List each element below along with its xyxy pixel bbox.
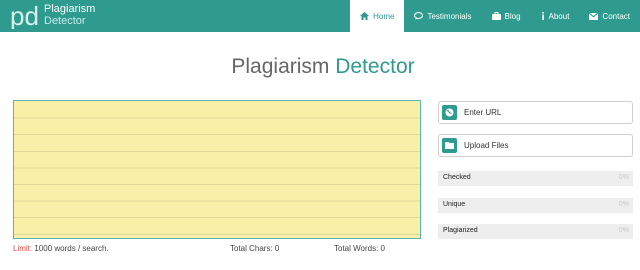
brand-line2: Detector bbox=[44, 15, 86, 27]
total-words: Total Words: 0 bbox=[334, 244, 385, 253]
briefcase-icon bbox=[491, 12, 501, 20]
nav-blog[interactable]: Blog bbox=[482, 0, 531, 32]
nav-blog-label: Blog bbox=[504, 11, 521, 21]
word-limit: Limit: 1000 words / search. bbox=[13, 244, 109, 253]
nav-home[interactable]: Home bbox=[350, 0, 405, 32]
stat-unique: Unique 0% bbox=[438, 198, 633, 213]
top-navbar: pd Plagiarism Detector Home Testimonials… bbox=[0, 0, 640, 32]
nav-about[interactable]: About bbox=[531, 0, 580, 32]
title-part2: Detector bbox=[335, 55, 415, 78]
enter-url-button[interactable]: Enter URL bbox=[438, 101, 633, 124]
text-input[interactable] bbox=[14, 101, 420, 238]
title-part1: Plagiarism bbox=[231, 55, 330, 78]
text-input-area bbox=[13, 100, 421, 239]
brand-line1: Plagiarism bbox=[44, 3, 96, 15]
speech-bubble-icon bbox=[414, 12, 424, 20]
nav-testimonials[interactable]: Testimonials bbox=[404, 0, 481, 32]
nav-contact[interactable]: Contact bbox=[579, 0, 640, 32]
info-icon bbox=[541, 12, 544, 20]
stat-plagiarized: Plagiarized 0% bbox=[438, 224, 633, 239]
total-chars: Total Chars: 0 bbox=[230, 244, 280, 253]
nav-contact-label: Contact bbox=[602, 11, 630, 21]
limit-label: Limit: bbox=[13, 244, 33, 253]
upload-files-button[interactable]: Upload Files bbox=[438, 134, 633, 157]
brand[interactable]: Plagiarism Detector bbox=[44, 3, 95, 27]
limit-text: 1000 words / search. bbox=[34, 244, 109, 253]
upload-files-label: Upload Files bbox=[464, 141, 509, 150]
main-nav: Home Testimonials Blog About Contact bbox=[350, 0, 640, 32]
enter-url-label: Enter URL bbox=[464, 108, 502, 117]
envelope-icon bbox=[589, 12, 599, 20]
globe-icon bbox=[442, 105, 457, 120]
stat-plagiarized-value: 0% bbox=[618, 227, 629, 234]
stat-unique-value: 0% bbox=[618, 201, 629, 208]
page-title: Plagiarism Detector bbox=[0, 55, 640, 79]
stat-unique-label: Unique bbox=[443, 201, 466, 208]
nav-home-label: Home bbox=[373, 11, 395, 21]
stat-plagiarized-label: Plagiarized bbox=[443, 227, 478, 234]
stat-checked-value: 0% bbox=[618, 174, 629, 181]
home-icon bbox=[360, 12, 370, 20]
folder-icon bbox=[442, 138, 457, 153]
stat-checked: Checked 0% bbox=[438, 171, 633, 186]
nav-about-label: About bbox=[548, 11, 570, 21]
nav-testimonials-label: Testimonials bbox=[427, 11, 472, 21]
logo-icon[interactable]: pd bbox=[10, 3, 40, 29]
stat-checked-label: Checked bbox=[443, 174, 471, 181]
svg-text:pd: pd bbox=[10, 3, 39, 29]
